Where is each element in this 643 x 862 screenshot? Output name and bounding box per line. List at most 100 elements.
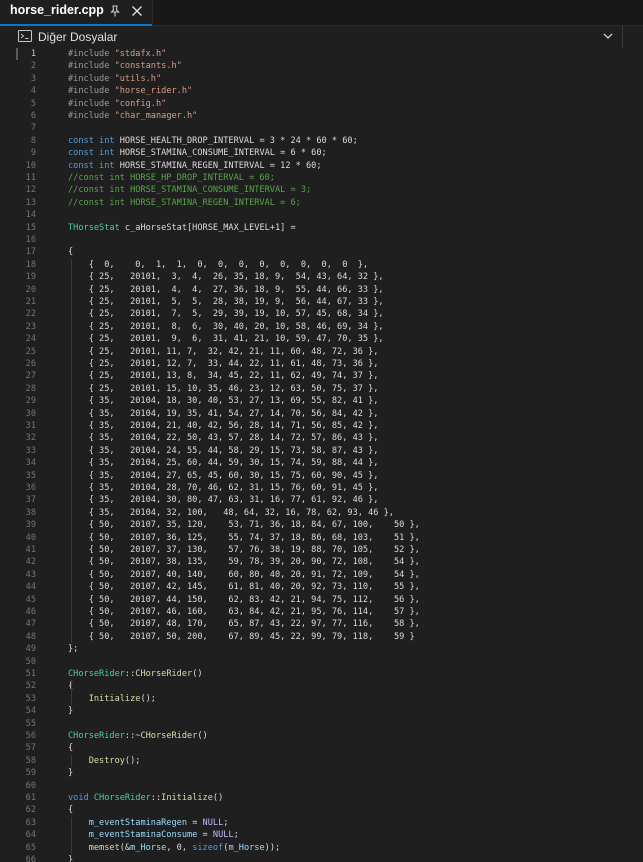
code-line[interactable]: 33 { 35, 20104, 24, 55, 44, 58, 29, 15, …: [0, 445, 643, 457]
code-line[interactable]: 32 { 35, 20104, 22, 50, 43, 57, 28, 14, …: [0, 432, 643, 444]
code-line[interactable]: 30 { 35, 20104, 19, 35, 41, 54, 27, 14, …: [0, 408, 643, 420]
line-number: 24: [25, 334, 36, 345]
code-line[interactable]: 15 THorseStat c_aHorseStat[HORSE_MAX_LEVE…: [0, 222, 643, 234]
code-line[interactable]: 26 { 25, 20101, 12, 7, 33, 44, 22, 11, 6…: [0, 358, 643, 370]
code-text: {: [68, 804, 73, 816]
code-token: { 50, 20107, 37, 130, 57, 76, 38, 19, 88…: [68, 545, 420, 555]
code-line[interactable]: 8 const int HORSE_HEALTH_DROP_INTERVAL = …: [0, 135, 643, 147]
code-line[interactable]: 16: [0, 234, 643, 246]
code-line[interactable]: 31 { 35, 20104, 21, 40, 42, 56, 28, 14, …: [0, 420, 643, 432]
code-line[interactable]: 28 { 25, 20101, 15, 10, 35, 46, 23, 12, …: [0, 383, 643, 395]
pin-icon[interactable]: [108, 4, 122, 18]
code-line[interactable]: 41 { 50, 20107, 37, 130, 57, 76, 38, 19,…: [0, 544, 643, 556]
chevron-down-icon[interactable]: [603, 32, 613, 40]
code-line[interactable]: 64 m_eventStaminaConsume = NULL;: [0, 829, 643, 841]
code-line[interactable]: 48 { 50, 20107, 50, 200, 67, 89, 45, 22,…: [0, 631, 643, 643]
code-line[interactable]: 55: [0, 718, 643, 730]
line-number: 53: [25, 693, 36, 704]
code-line[interactable]: 42 { 50, 20107, 38, 135, 59, 78, 39, 20,…: [0, 556, 643, 568]
code-line[interactable]: 50: [0, 656, 643, 668]
project-dropdown-label[interactable]: Diğer Dosyalar: [38, 30, 117, 44]
line-number: 1: [30, 49, 36, 59]
code-line[interactable]: 46 { 50, 20107, 46, 160, 63, 84, 42, 21,…: [0, 606, 643, 618]
code-line[interactable]: 11 //const int HORSE_HP_DROP_INTERVAL = 6…: [0, 172, 643, 184]
code-line[interactable]: 51 CHorseRider::CHorseRider(): [0, 668, 643, 680]
code-line[interactable]: 12 //const int HORSE_STAMINA_CONSUME_INTE…: [0, 184, 643, 196]
code-line[interactable]: 27 { 25, 20101, 13, 8, 34, 45, 22, 11, 6…: [0, 370, 643, 382]
code-token: CHorseRider: [68, 731, 125, 741]
code-line[interactable]: 24 { 25, 20101, 9, 6, 31, 41, 21, 10, 59…: [0, 333, 643, 345]
code-line[interactable]: 57 {: [0, 742, 643, 754]
code-line[interactable]: 39 { 50, 20107, 35, 120, 53, 71, 36, 18,…: [0, 519, 643, 531]
code-text: {: [68, 742, 73, 754]
code-text: }: [68, 705, 73, 717]
code-line[interactable]: 62 {: [0, 804, 643, 816]
code-line[interactable]: 45 { 50, 20107, 44, 150, 62, 83, 42, 21,…: [0, 594, 643, 606]
code-line[interactable]: 37 { 35, 20104, 30, 80, 47, 63, 31, 16, …: [0, 494, 643, 506]
code-line[interactable]: 61 void CHorseRider::Initialize(): [0, 792, 643, 804]
code-text: { 35, 20104, 30, 80, 47, 63, 31, 16, 77,…: [68, 494, 379, 506]
code-editor[interactable]: 1 #include "stdafx.h" 2 #include "constants…: [0, 48, 643, 862]
code-line[interactable]: 9 const int HORSE_STAMINA_CONSUME_INTERVA…: [0, 147, 643, 159]
code-line[interactable]: 38 { 35, 20104, 32, 100, 48, 64, 32, 16,…: [0, 507, 643, 519]
code-line[interactable]: 19 { 25, 20101, 3, 4, 26, 35, 18, 9, 54,…: [0, 271, 643, 283]
code-line[interactable]: 13 //const int HORSE_STAMINA_REGEN_INTERV…: [0, 197, 643, 209]
code-line[interactable]: 52{: [0, 680, 643, 692]
code-token: };: [68, 644, 79, 655]
code-line[interactable]: 56 CHorseRider::~CHorseRider(): [0, 730, 643, 742]
code-line[interactable]: 49};: [0, 643, 643, 655]
code-token: //const int HORSE_STAMINA_REGEN_INTERVAL…: [68, 197, 301, 208]
code-line[interactable]: 25 { 25, 20101, 11, 7, 32, 42, 21, 11, 6…: [0, 346, 643, 358]
code-line[interactable]: 65 memset(&m_Horse, 0, sizeof(m_Horse));: [0, 842, 643, 854]
code-token: {: [68, 247, 74, 258]
code-line[interactable]: 22 { 25, 20101, 7, 5, 29, 39, 19, 10, 57…: [0, 308, 643, 320]
code-line[interactable]: 18 { 0, 0, 1, 1, 0, 0, 0, 0, 0, 0, 0, 0 …: [0, 259, 643, 271]
line-number: 35: [25, 470, 36, 481]
code-line[interactable]: 1 #include "stdafx.h": [0, 48, 643, 61]
code-line[interactable]: 43 { 50, 20107, 40, 140, 60, 80, 40, 20,…: [0, 569, 643, 581]
line-number: 50: [25, 656, 36, 667]
code-line[interactable]: 5 #include "config.h": [0, 98, 643, 110]
code-line[interactable]: 21 { 25, 20101, 5, 5, 28, 38, 19, 9, 56,…: [0, 296, 643, 308]
code-token: "horse_rider.h": [114, 86, 193, 97]
code-line[interactable]: 59}: [0, 767, 643, 779]
code-token: ;: [233, 830, 239, 841]
code-line[interactable]: 17 {: [0, 246, 643, 258]
code-line[interactable]: 14: [0, 209, 643, 221]
code-token: { 50, 20107, 42, 145, 61, 81, 40, 20, 92…: [68, 582, 420, 593]
code-line[interactable]: 2 #include "constants.h": [0, 60, 643, 72]
close-icon[interactable]: [130, 4, 144, 18]
code-token: #include: [68, 61, 115, 72]
code-line[interactable]: 6 #include "char_manager.h": [0, 110, 643, 122]
code-line[interactable]: 66}: [0, 854, 643, 862]
code-line[interactable]: 3 #include "utils.h": [0, 73, 643, 85]
line-number: 65: [25, 842, 36, 853]
code-token: { 25, 20101, 8, 6, 30, 40, 20, 10, 58, 4…: [68, 321, 384, 332]
code-line[interactable]: 40 { 50, 20107, 36, 125, 55, 74, 37, 18,…: [0, 532, 643, 544]
code-line[interactable]: 58 Destroy();: [0, 755, 643, 767]
code-line[interactable]: 34 { 35, 20104, 25, 60, 44, 59, 30, 15, …: [0, 457, 643, 469]
code-token: =: [187, 817, 203, 828]
code-line[interactable]: 35 { 35, 20104, 27, 65, 45, 60, 30, 15, …: [0, 470, 643, 482]
code-token: //const int HORSE_HP_DROP_INTERVAL = 60;: [68, 173, 275, 183]
code-line[interactable]: 63 m_eventStaminaRegen = NULL;: [0, 817, 643, 829]
code-text: Initialize();: [68, 693, 156, 705]
code-line[interactable]: 44 { 50, 20107, 42, 145, 61, 81, 40, 20,…: [0, 581, 643, 593]
code-text: { 50, 20107, 38, 135, 59, 78, 39, 20, 90…: [68, 556, 420, 568]
code-text: { 25, 20101, 15, 10, 35, 46, 23, 12, 63,…: [68, 383, 379, 395]
code-line[interactable]: 20 { 25, 20101, 4, 4, 27, 36, 18, 9, 55,…: [0, 284, 643, 296]
code-line[interactable]: 7: [0, 122, 643, 134]
code-line[interactable]: 23 { 25, 20101, 8, 6, 30, 40, 20, 10, 58…: [0, 321, 643, 333]
code-line[interactable]: 4 #include "horse_rider.h": [0, 85, 643, 97]
code-line[interactable]: 47 { 50, 20107, 48, 170, 65, 87, 43, 22,…: [0, 618, 643, 630]
code-line[interactable]: 10 const int HORSE_STAMINA_REGEN_INTERVAL…: [0, 160, 643, 172]
code-line[interactable]: 53 Initialize();: [0, 693, 643, 705]
code-line[interactable]: 60: [0, 780, 643, 792]
code-token: m_eventStaminaConsume: [88, 830, 198, 841]
code-text: { 50, 20107, 48, 170, 65, 87, 43, 22, 97…: [68, 618, 420, 630]
tab-horse-rider-cpp[interactable]: horse_rider.cpp: [0, 0, 153, 26]
code-line[interactable]: 29 { 35, 20104, 18, 30, 40, 53, 27, 13, …: [0, 395, 643, 407]
code-line[interactable]: 54}: [0, 705, 643, 717]
code-line[interactable]: 36 { 35, 20104, 28, 70, 46, 62, 31, 15, …: [0, 482, 643, 494]
code-token: const int: [68, 148, 120, 159]
